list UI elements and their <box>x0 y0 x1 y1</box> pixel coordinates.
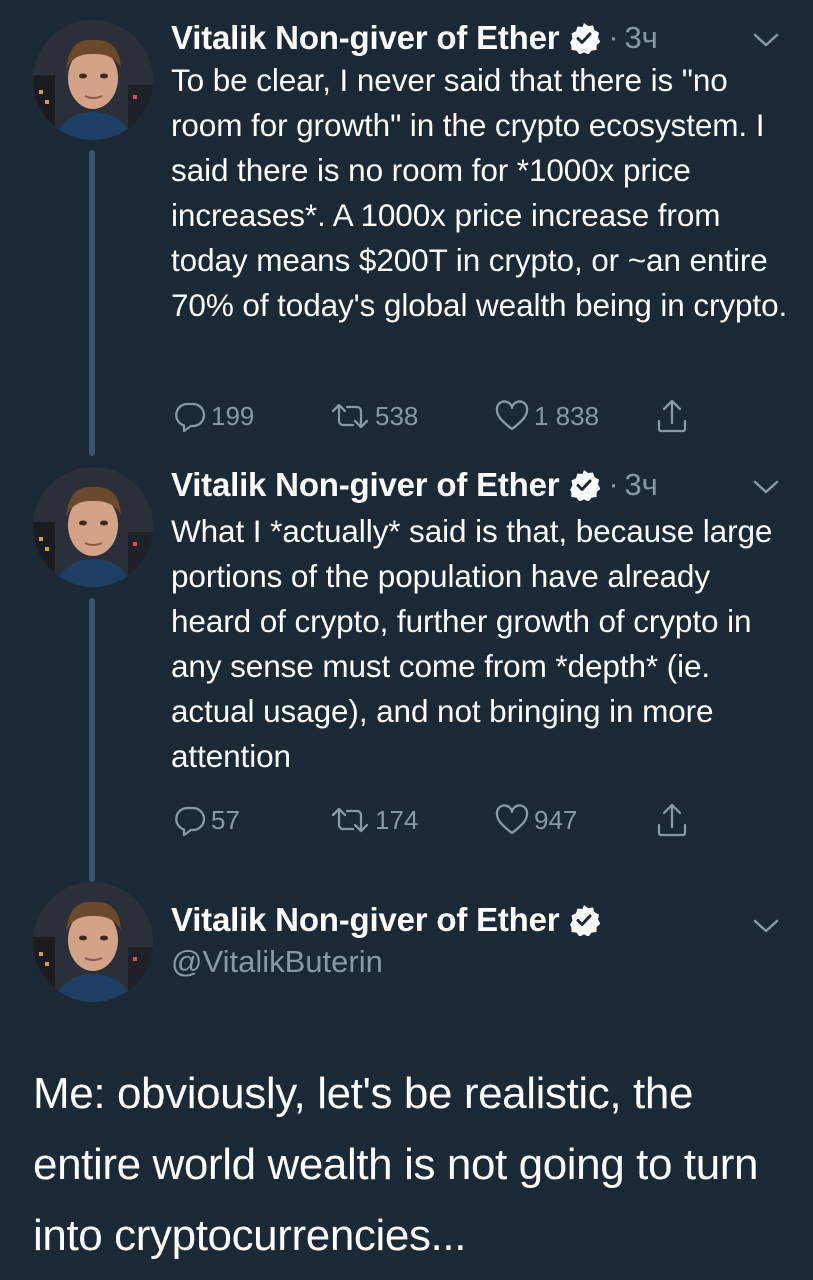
display-name[interactable]: Vitalik Non-giver of Ether <box>171 901 560 939</box>
avatar[interactable] <box>33 20 153 140</box>
retweet-count: 174 <box>375 804 419 835</box>
verified-badge-icon <box>570 23 601 54</box>
display-name[interactable]: Vitalik Non-giver of Ether <box>171 466 560 504</box>
retweet-button[interactable]: 538 <box>329 396 418 436</box>
thread-connector-line <box>89 150 95 456</box>
user-handle[interactable]: @VitalikButerin <box>171 944 383 980</box>
like-icon <box>495 804 529 835</box>
like-count: 947 <box>534 804 578 835</box>
reply-button[interactable]: 57 <box>173 800 240 840</box>
like-button[interactable]: 947 <box>494 800 577 840</box>
avatar[interactable] <box>33 882 153 1002</box>
share-button[interactable] <box>655 800 689 840</box>
reply-count: 199 <box>211 400 255 431</box>
separator-dot: · <box>608 468 619 501</box>
retweet-icon <box>331 807 369 833</box>
tweet-header: Vitalik Non-giver of Ether · 3ч <box>171 463 658 507</box>
reply-count: 57 <box>211 804 240 835</box>
retweet-button[interactable]: 174 <box>329 800 418 840</box>
display-name[interactable]: Vitalik Non-giver of Ether <box>171 19 560 57</box>
share-icon <box>657 399 687 433</box>
share-button[interactable] <box>655 396 689 436</box>
chevron-down-icon[interactable] <box>752 30 780 50</box>
like-button[interactable]: 1 838 <box>494 396 599 436</box>
verified-badge-icon <box>570 470 601 501</box>
share-icon <box>657 803 687 837</box>
timestamp[interactable]: 3ч <box>624 20 657 56</box>
chevron-down-icon[interactable] <box>752 916 780 936</box>
thread-connector-line <box>89 598 95 882</box>
chevron-down-icon[interactable] <box>752 477 780 497</box>
tweet-actions: 199 538 1 838 <box>171 396 731 436</box>
verified-badge-icon <box>570 905 601 936</box>
like-icon <box>495 400 529 431</box>
tweet-header: Vitalik Non-giver of Ether · 3ч <box>171 16 658 60</box>
like-count: 1 838 <box>534 400 600 431</box>
reply-icon <box>175 402 206 433</box>
retweet-count: 538 <box>375 400 419 431</box>
timestamp[interactable]: 3ч <box>624 467 657 503</box>
tweet-actions: 57 174 947 <box>171 800 731 840</box>
reply-icon <box>175 806 206 837</box>
meme-caption: Me: obviously, let's be realistic, the e… <box>33 1069 759 1260</box>
tweet-header: Vitalik Non-giver of Ether <box>171 898 601 942</box>
avatar[interactable] <box>33 467 153 587</box>
tweet-text: What I *actually* said is that, because … <box>171 513 773 774</box>
tweet-text: To be clear, I never said that there is … <box>171 62 788 323</box>
separator-dot: · <box>608 21 619 54</box>
reply-button[interactable]: 199 <box>173 396 254 436</box>
retweet-icon <box>331 403 369 429</box>
